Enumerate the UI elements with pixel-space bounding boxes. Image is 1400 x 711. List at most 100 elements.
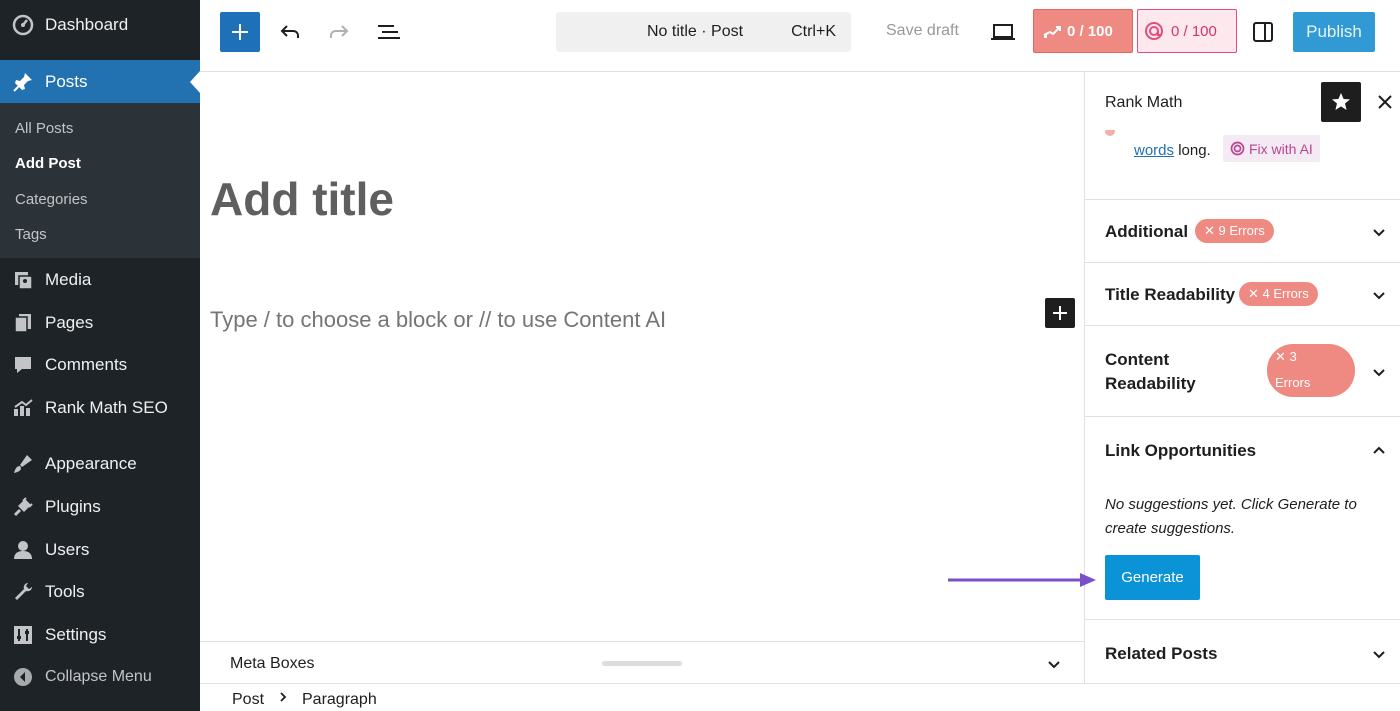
menu-label: Rank Math SEO — [45, 398, 168, 417]
plus-icon — [1053, 306, 1067, 320]
seo-score-button[interactable]: 0 / 100 — [1033, 9, 1133, 53]
menu-item-plugins[interactable]: Plugins — [0, 486, 200, 528]
plus-icon — [232, 24, 248, 40]
sidebar-header: Rank Math — [1085, 72, 1400, 130]
panel-title-line2: Readability — [1105, 374, 1196, 393]
error-badge-label: 9 Errors — [1218, 223, 1265, 238]
pages-icon — [12, 312, 34, 334]
editor-canvas: Add title Type / to choose a block or //… — [200, 72, 1084, 641]
block-inserter-toggle[interactable] — [220, 12, 260, 52]
menu-item-comments[interactable]: Comments — [0, 344, 200, 386]
menu-label: Plugins — [45, 497, 101, 516]
submenu-all-posts[interactable]: All Posts — [15, 120, 73, 137]
error-badge: ✕ 3 Errors — [1267, 344, 1355, 397]
menu-item-pages[interactable]: Pages — [0, 302, 200, 344]
menu-label: Tools — [45, 582, 85, 601]
menu-label: Appearance — [45, 454, 137, 473]
menu-label: Settings — [45, 625, 107, 644]
words-link[interactable]: words — [1134, 142, 1174, 159]
panel-additional[interactable]: Additional ✕ 9 Errors — [1085, 199, 1400, 262]
meta-boxes-panel[interactable]: Meta Boxes — [200, 641, 1084, 683]
pin-sidebar-button[interactable] — [1321, 82, 1361, 122]
chevron-down-icon — [1373, 292, 1385, 300]
chevron-down-icon[interactable] — [1046, 656, 1062, 672]
post-title-input[interactable]: Add title — [210, 172, 394, 226]
menu-label: Media — [45, 270, 92, 289]
panel-content-readability[interactable]: Content Readability ✕ 3 Errors — [1085, 325, 1400, 416]
error-badge: ✕ 9 Errors — [1195, 219, 1274, 243]
posts-submenu: All Posts Add Post Categories Tags — [0, 103, 200, 258]
command-palette[interactable]: No title · Post Ctrl+K — [556, 12, 851, 52]
menu-label: Users — [45, 540, 90, 559]
rank-math-sidebar: words long. Fix with AI Rank Math Additi… — [1084, 72, 1400, 683]
ai-score-value: 0 / 100 — [1171, 23, 1217, 40]
block-inserter-button[interactable] — [1045, 298, 1075, 328]
publish-button[interactable]: Publish — [1293, 12, 1375, 52]
panel-title: Related Posts — [1105, 644, 1218, 663]
panel-title[interactable]: Link Opportunities — [1105, 441, 1256, 461]
chevron-down-icon — [1373, 651, 1385, 659]
menu-label: Dashboard — [45, 15, 129, 34]
menu-label: Comments — [45, 355, 128, 374]
menu-label: Posts — [45, 71, 88, 91]
publish-label: Publish — [1306, 22, 1362, 41]
plugins-icon — [12, 496, 34, 518]
panel-title-readability[interactable]: Title Readability ✕ 4 Errors — [1085, 262, 1400, 325]
editor-toolbar: No title · Post Ctrl+K Save draft 0 / 10… — [200, 0, 1400, 72]
error-badge-count: 3 — [1289, 349, 1297, 364]
collapse-menu-button[interactable]: Collapse Menu — [0, 656, 200, 698]
check-text-tail: long. — [1178, 142, 1211, 159]
settings-sidebar-icon — [1253, 22, 1273, 42]
sidebar-title: Rank Math — [1105, 94, 1183, 111]
panel-title: Title Readability — [1105, 285, 1236, 304]
comments-icon — [12, 354, 34, 376]
menu-item-posts[interactable]: Posts — [0, 60, 200, 103]
panel-title: Additional — [1105, 222, 1189, 241]
document-overview-button[interactable] — [374, 17, 404, 47]
save-draft-button[interactable]: Save draft — [886, 22, 959, 40]
menu-item-settings[interactable]: Settings — [0, 614, 200, 656]
menu-item-media[interactable]: Media — [0, 259, 200, 301]
undo-button[interactable] — [275, 17, 305, 47]
submenu-tags[interactable]: Tags — [15, 226, 47, 243]
command-title: No title · Post — [647, 23, 744, 40]
chevron-up-icon[interactable] — [1371, 443, 1387, 459]
submenu-add-post[interactable]: Add Post — [15, 155, 81, 172]
menu-item-users[interactable]: Users — [0, 529, 200, 571]
error-badge-label: 4 Errors — [1262, 286, 1309, 301]
content-ai-score-button[interactable]: 0 / 100 — [1137, 9, 1237, 53]
fix-with-ai-label: Fix with AI — [1249, 140, 1313, 157]
menu-item-dashboard[interactable]: Dashboard — [0, 4, 200, 46]
error-badge-label: Errors — [1275, 375, 1311, 390]
panel-title-line1: Content — [1105, 350, 1170, 369]
redo-button[interactable] — [324, 17, 354, 47]
generate-button[interactable]: Generate — [1105, 555, 1200, 600]
users-icon — [12, 539, 34, 561]
close-sidebar-button[interactable] — [1371, 88, 1399, 116]
annotation-arrow — [948, 573, 1096, 587]
menu-item-appearance[interactable]: Appearance — [0, 443, 200, 485]
close-icon — [1378, 95, 1392, 109]
star-icon — [1332, 93, 1350, 110]
chevron-down-icon — [1373, 229, 1385, 237]
menu-item-rank-math[interactable]: Rank Math SEO — [0, 387, 200, 429]
breadcrumb-post[interactable]: Post — [232, 691, 264, 709]
block-breadcrumb: Post Paragraph — [200, 683, 1400, 711]
desktop-preview-icon — [991, 24, 1015, 40]
previous-check-item: words long. Fix with AI — [1085, 126, 1400, 198]
meta-boxes-label: Meta Boxes — [230, 655, 315, 672]
preview-button[interactable] — [988, 17, 1018, 47]
content-ai-icon — [1230, 141, 1245, 156]
menu-label: Collapse Menu — [45, 668, 152, 685]
settings-sidebar-toggle[interactable] — [1248, 17, 1278, 47]
menu-item-tools[interactable]: Tools — [0, 571, 200, 613]
fix-with-ai-button[interactable]: Fix with AI — [1223, 135, 1320, 162]
menu-label: Pages — [45, 313, 94, 332]
panel-related-posts[interactable]: Related Posts — [1085, 619, 1400, 683]
resize-handle[interactable] — [602, 661, 682, 666]
media-icon — [12, 269, 34, 291]
breadcrumb-paragraph[interactable]: Paragraph — [302, 691, 377, 709]
chevron-right-icon — [280, 692, 287, 702]
submenu-categories[interactable]: Categories — [15, 191, 88, 208]
default-block-appender[interactable]: Type / to choose a block or // to use Co… — [210, 307, 666, 333]
